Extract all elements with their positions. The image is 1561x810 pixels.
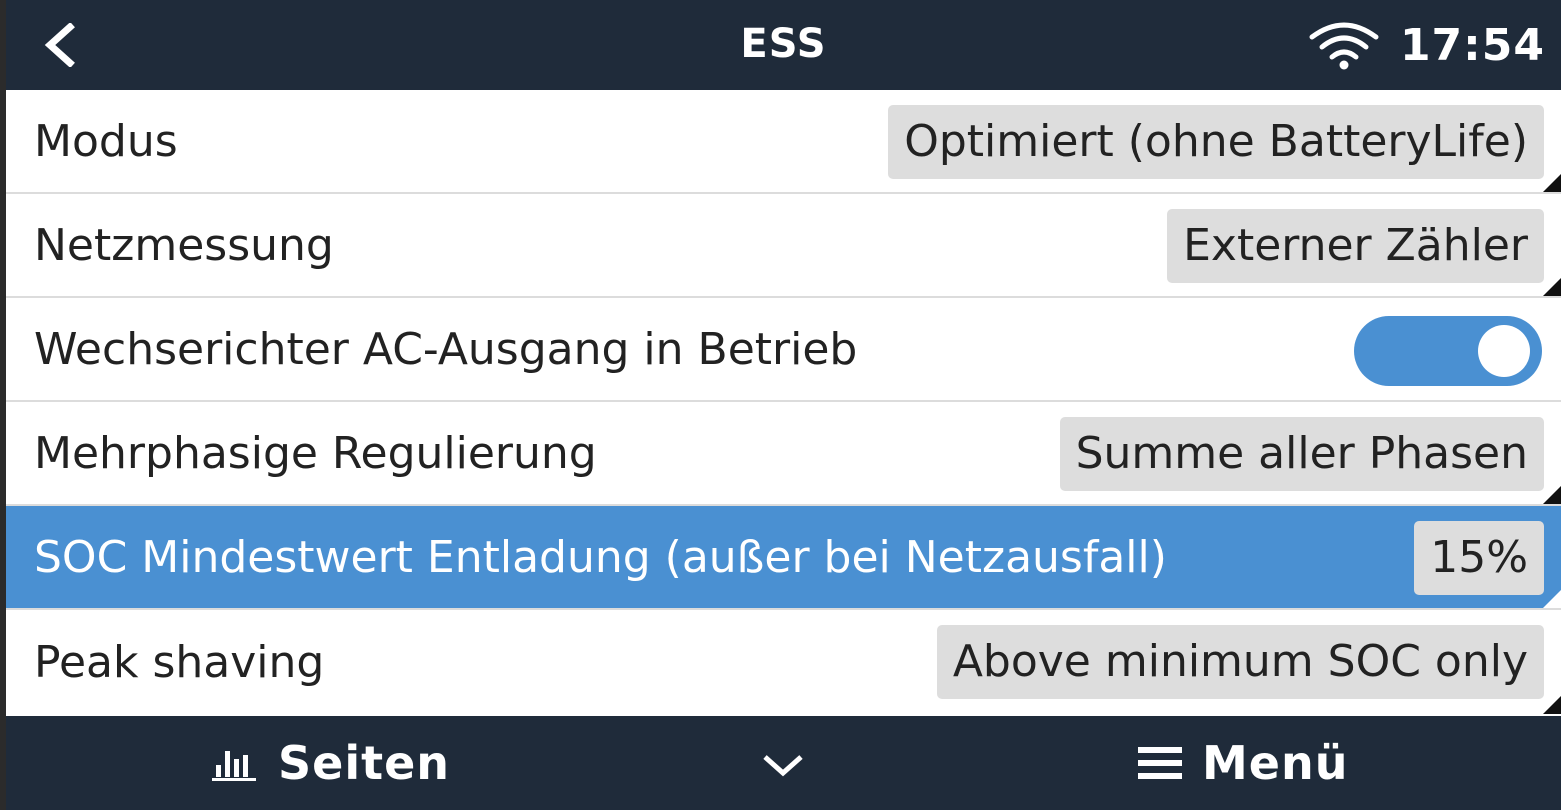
grid-metering-value[interactable]: Externer Zähler (1167, 209, 1544, 283)
setting-row-min-soc[interactable]: SOC Mindestwert Entladung (außer bei Net… (6, 506, 1561, 610)
inverter-ac-output-toggle[interactable] (1354, 316, 1542, 386)
ess-settings-screen: ESS 17:54 Modus Optimiert (ohne BatteryL… (6, 0, 1561, 810)
back-button[interactable] (34, 20, 84, 70)
chevron-down-icon (763, 755, 803, 777)
edit-corner-marker (1543, 174, 1561, 192)
setting-label: Peak shaving (34, 636, 325, 688)
edit-corner-marker (1543, 696, 1561, 714)
toggle-knob (1478, 325, 1530, 377)
status-area: 17:54 (1308, 0, 1545, 90)
multiphase-regulation-value[interactable]: Summe aller Phasen (1059, 417, 1544, 491)
peak-shaving-value[interactable]: Above minimum SOC only (936, 625, 1544, 699)
bar-chart-icon (212, 751, 256, 781)
bottom-bar: Seiten Menü (6, 716, 1561, 810)
menu-label: Menü (1202, 736, 1349, 790)
clock: 17:54 (1399, 19, 1545, 71)
setting-label: Modus (34, 115, 178, 167)
setting-row-grid-metering[interactable]: Netzmessung Externer Zähler (6, 194, 1561, 298)
pages-label: Seiten (278, 736, 451, 790)
mode-value[interactable]: Optimiert (ohne BatteryLife) (888, 105, 1544, 179)
wifi-icon (1309, 22, 1379, 70)
edit-corner-marker (1543, 278, 1561, 296)
collapse-button[interactable] (756, 738, 810, 792)
pages-button[interactable]: Seiten (210, 716, 450, 810)
setting-row-peak-shaving[interactable]: Peak shaving Above minimum SOC only (6, 610, 1561, 714)
setting-row-mode[interactable]: Modus Optimiert (ohne BatteryLife) (6, 90, 1561, 194)
chevron-left-icon (44, 23, 75, 67)
setting-label: SOC Mindestwert Entladung (außer bei Net… (34, 531, 1167, 583)
edit-corner-marker (1543, 590, 1561, 608)
setting-label: Wechserichter AC-Ausgang in Betrieb (34, 323, 858, 375)
setting-label: Netzmessung (34, 219, 334, 271)
setting-row-multiphase-regulation[interactable]: Mehrphasige Regulierung Summe aller Phas… (6, 402, 1561, 506)
setting-label: Mehrphasige Regulierung (34, 427, 597, 479)
edit-corner-marker (1543, 486, 1561, 504)
hamburger-icon (1138, 747, 1182, 779)
top-bar: ESS 17:54 (6, 0, 1561, 90)
min-soc-value[interactable]: 15% (1414, 521, 1544, 595)
setting-row-inverter-ac-output[interactable]: Wechserichter AC-Ausgang in Betrieb (6, 298, 1561, 402)
menu-button[interactable]: Menü (1136, 716, 1348, 810)
settings-list: Modus Optimiert (ohne BatteryLife) Netzm… (6, 90, 1561, 716)
